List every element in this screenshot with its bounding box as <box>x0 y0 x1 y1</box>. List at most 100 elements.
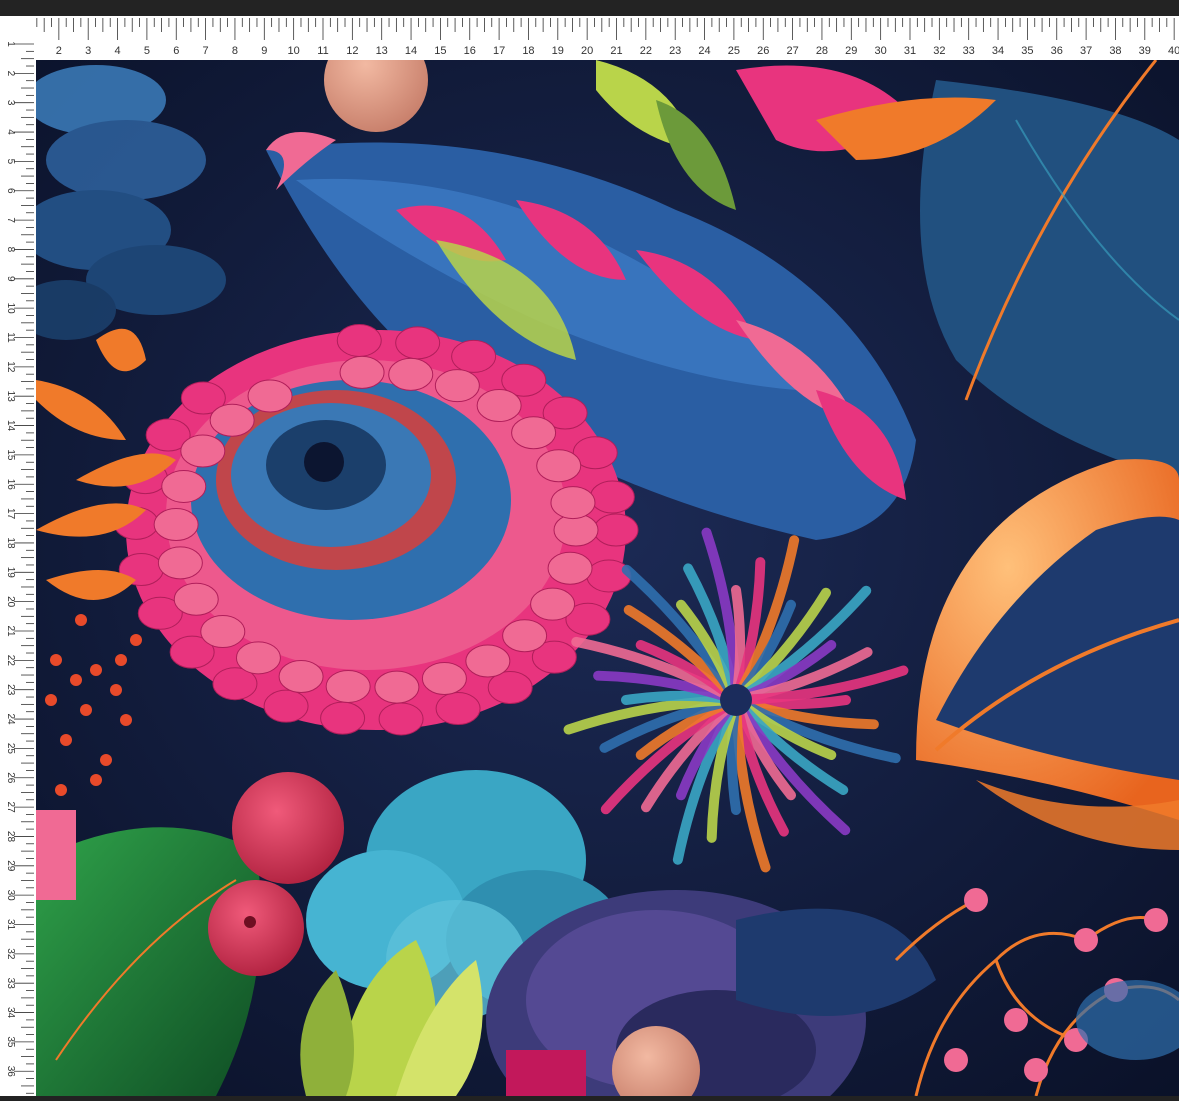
coral-bud <box>1074 928 1098 952</box>
ruler-left-label: 36 <box>5 1066 16 1078</box>
ruler-top-scale: 1234567891011121314151617181920212223242… <box>0 18 1179 57</box>
berry-center <box>244 916 256 928</box>
ruler-left-label: 3 <box>5 100 16 106</box>
ruler-left: 1 2 3 4 5 6 7 8 9 10 11 12 13 14 15 16 17 18 19 20 21 22 23 24 2… <box>0 16 36 1096</box>
ruler-top-label: 7 <box>203 45 209 57</box>
ruler-left-label: 11 <box>5 332 16 343</box>
ruler-left-label: 8 <box>5 247 16 253</box>
ruler-left-label: 9 <box>5 276 16 282</box>
ruler-top-label: 30 <box>875 45 887 57</box>
ruler-left-label: 34 <box>5 1007 16 1019</box>
pink-scale <box>374 670 420 704</box>
ruler-top-label: 11 <box>317 45 328 57</box>
ruler-left-label: 22 <box>5 655 16 667</box>
ruler-left-label: 12 <box>5 361 16 373</box>
pink-scale <box>547 551 593 585</box>
artwork-illustration <box>16 28 1179 1101</box>
ruler-left-label: 29 <box>5 860 16 872</box>
ruler-top-label: 34 <box>992 45 1004 57</box>
pink-scale <box>388 357 434 391</box>
pink-scale <box>395 326 441 360</box>
magenta-patch-bottom <box>506 1050 586 1096</box>
red-dot <box>100 754 112 766</box>
ruler-top-label: 28 <box>816 45 828 57</box>
red-dot <box>90 664 102 676</box>
ruler-left-label: 5 <box>5 159 16 165</box>
pink-scale <box>320 701 366 735</box>
ruler-left-label: 21 <box>5 625 16 637</box>
pink-scale <box>200 615 246 649</box>
pink-scale <box>465 644 511 678</box>
ruler-top: 1234567891011121314151617181920212223242… <box>0 16 1179 60</box>
pink-scale <box>530 587 576 621</box>
pink-scale <box>336 323 382 357</box>
ruler-top-label: 18 <box>522 45 534 57</box>
ruler-left-label: 20 <box>5 596 16 608</box>
ruler-left-label: 13 <box>5 391 16 403</box>
red-dot <box>120 714 132 726</box>
ruler-left-label: 25 <box>5 743 16 755</box>
ruler-left-label: 4 <box>5 129 16 135</box>
ruler-left-label: 33 <box>5 978 16 990</box>
coral-bud <box>1144 908 1168 932</box>
red-dot <box>115 654 127 666</box>
pink-scale <box>593 513 639 547</box>
ruler-top-label: 36 <box>1051 45 1063 57</box>
ruler-left-label: 28 <box>5 831 16 843</box>
ruler-left-label: 1 <box>5 41 16 47</box>
ruler-top-label: 39 <box>1139 45 1151 57</box>
ruler-top-label: 35 <box>1021 45 1033 57</box>
ruler-top-label: 10 <box>288 45 300 57</box>
coral-bud <box>964 888 988 912</box>
pink-scale <box>339 355 385 389</box>
ruler-top-label: 3 <box>85 45 91 57</box>
ruler-left-scale: 1234567891011121314151617181920212223242… <box>5 41 34 1094</box>
ruler-top-label: 31 <box>904 45 916 57</box>
ruler-top-label: 9 <box>261 45 267 57</box>
ruler-top-label: 15 <box>434 45 446 57</box>
pink-scale <box>173 582 219 616</box>
pink-scale <box>586 559 632 593</box>
pink-scale <box>278 659 324 693</box>
fabric-artwork <box>16 28 1179 1101</box>
red-berry-lower <box>208 880 304 976</box>
pink-scale <box>589 480 635 514</box>
pink-scale <box>180 434 226 468</box>
pink-scale <box>536 449 582 483</box>
ruler-left-label: 17 <box>5 508 16 520</box>
red-dot <box>50 654 62 666</box>
pink-scale <box>511 416 557 450</box>
ruler-top-label: 33 <box>963 45 975 57</box>
ruler-left-label: 35 <box>5 1036 16 1048</box>
ruler-top-label: 32 <box>933 45 945 57</box>
pink-scale <box>476 388 522 422</box>
ruler-left-label: 31 <box>5 919 16 931</box>
red-dot <box>90 774 102 786</box>
pink-scale <box>209 403 255 437</box>
ruler-top-label: 38 <box>1109 45 1121 57</box>
coral-bud <box>944 1048 968 1072</box>
ruler-left-label: 24 <box>5 713 16 725</box>
red-dot <box>70 674 82 686</box>
ruler-top-label: 22 <box>640 45 652 57</box>
ruler-top-label: 20 <box>581 45 593 57</box>
pink-scale <box>153 507 199 541</box>
ruler-left-label: 23 <box>5 684 16 696</box>
top-bar <box>0 0 1179 16</box>
flower-center <box>720 684 752 716</box>
pink-scale <box>378 702 424 736</box>
red-dot <box>80 704 92 716</box>
pink-scale <box>263 689 309 723</box>
red-dot <box>75 614 87 626</box>
ruler-left-label: 2 <box>5 71 16 77</box>
ruler-left-label: 32 <box>5 948 16 960</box>
pink-scale <box>550 486 596 520</box>
ruler-top-label: 13 <box>376 45 388 57</box>
pink-scale <box>161 469 207 503</box>
ruler-left-label: 16 <box>5 479 16 491</box>
red-dot <box>110 684 122 696</box>
ruler-top-label: 27 <box>786 45 798 57</box>
red-dot <box>45 694 57 706</box>
pink-scale <box>235 641 281 675</box>
coral-bud <box>1024 1058 1048 1082</box>
